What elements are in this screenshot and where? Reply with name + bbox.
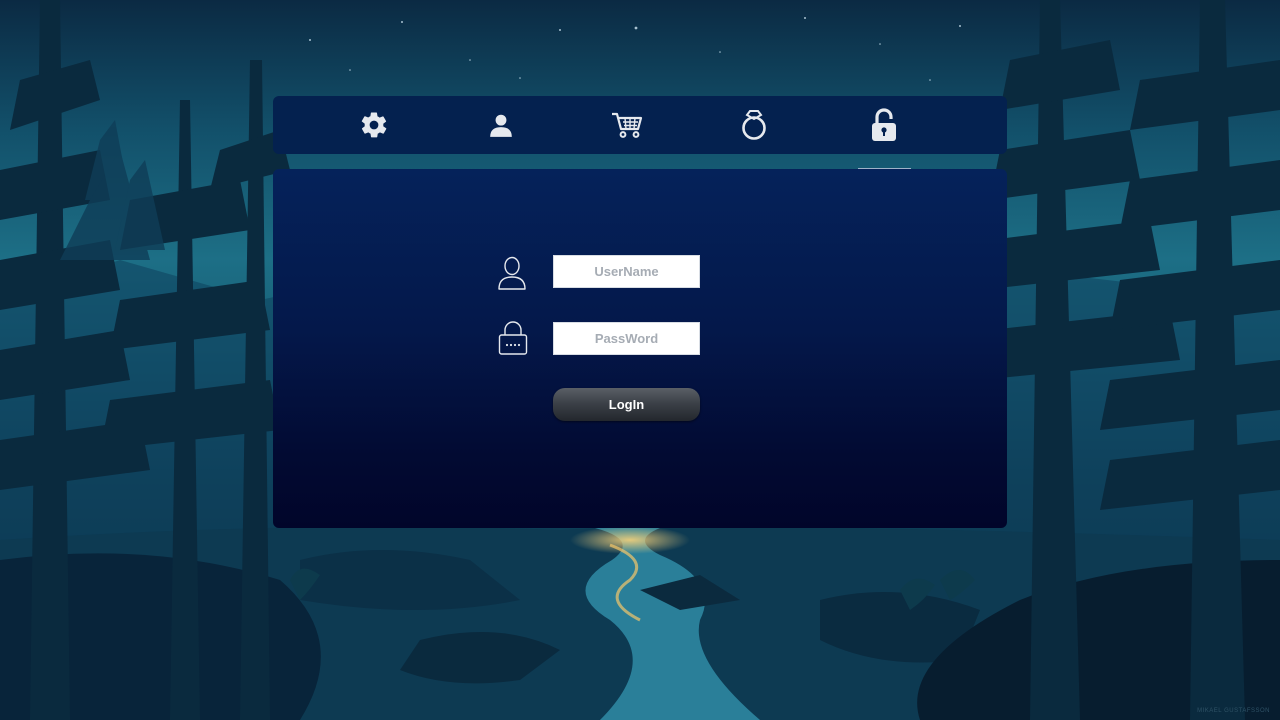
password-input[interactable] — [553, 322, 700, 355]
nav-ring[interactable] — [724, 96, 784, 154]
top-nav-bar — [273, 96, 1007, 154]
gear-icon — [361, 112, 387, 138]
nav-user[interactable] — [471, 96, 531, 154]
user-outline-icon — [498, 256, 526, 290]
nav-lock[interactable] — [854, 96, 914, 154]
ring-icon — [742, 110, 766, 140]
padlock-icon — [872, 108, 896, 141]
lock-outline-icon — [498, 321, 528, 355]
username-input[interactable] — [553, 255, 700, 288]
nav-cart[interactable] — [597, 96, 657, 154]
nav-settings[interactable] — [344, 96, 404, 154]
login-panel: LogIn — [273, 169, 1007, 528]
login-button[interactable]: LogIn — [553, 388, 700, 421]
user-icon — [490, 114, 512, 137]
login-screen: LogIn MIKAEL GUSTAFSSON — [0, 0, 1280, 720]
cart-icon — [612, 112, 643, 138]
artist-credit: MIKAEL GUSTAFSSON — [1197, 708, 1270, 714]
